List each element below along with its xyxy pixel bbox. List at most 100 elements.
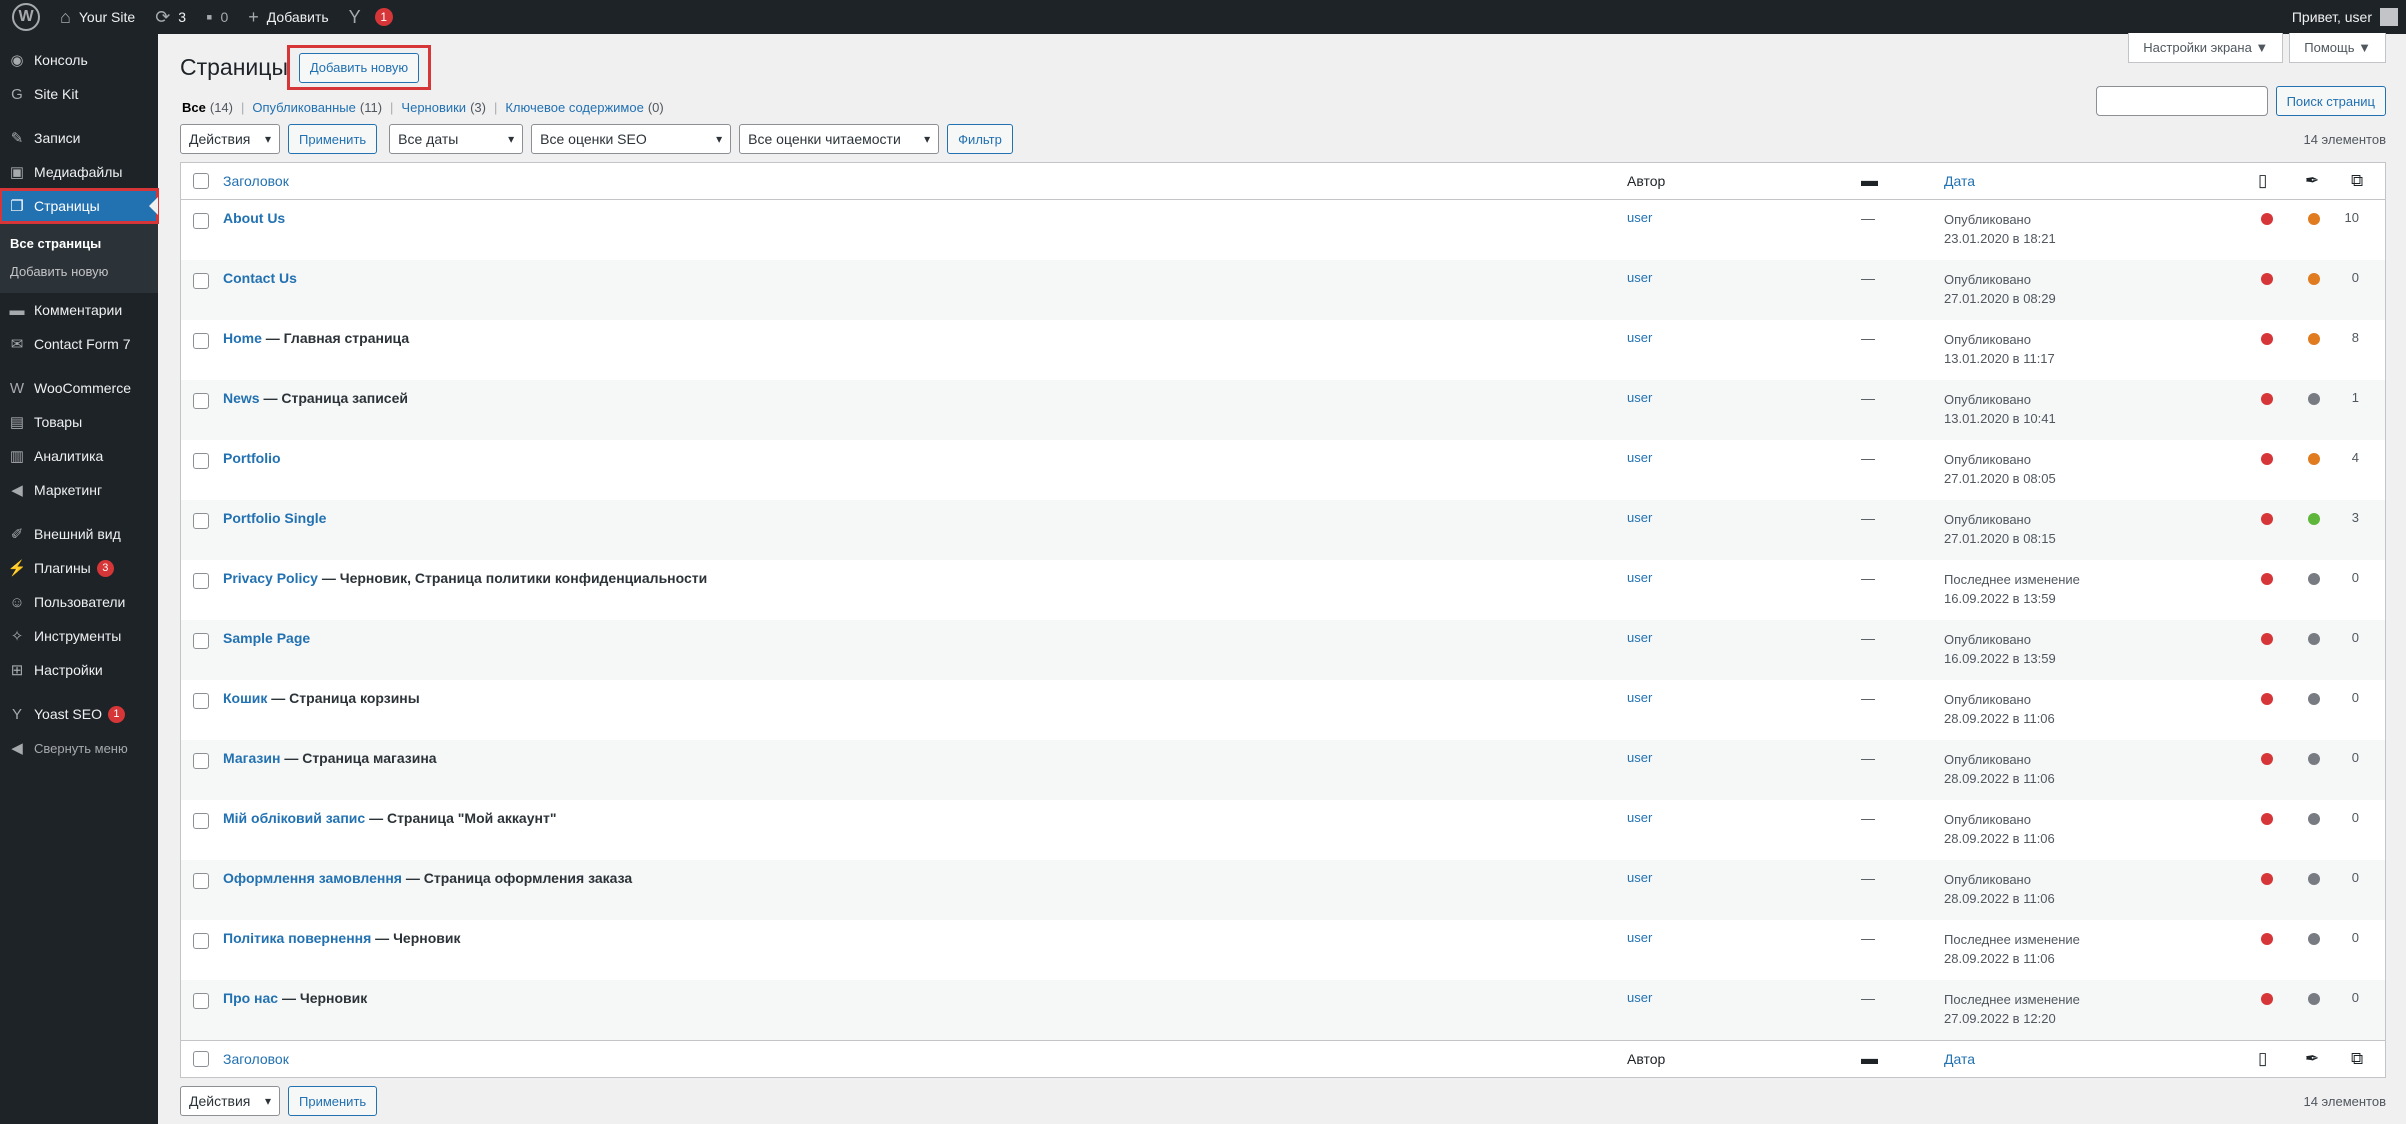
page-title-link[interactable]: News [223, 390, 260, 406]
apply-bulk-button[interactable]: Применить [288, 124, 378, 154]
bulk-action-select-bottom[interactable]: Действия ▾ [180, 1086, 280, 1116]
row-checkbox[interactable] [193, 213, 209, 229]
author-link[interactable]: user [1627, 630, 1652, 645]
page-title-link[interactable]: Home [223, 330, 262, 346]
search-input[interactable] [2095, 86, 2268, 116]
sidebar-item-woocommerce[interactable]: W WooCommerce [0, 371, 158, 405]
page-title-link[interactable]: Portfolio [223, 450, 281, 466]
sidebar-item-contact-form[interactable]: ✉ Contact Form 7 [0, 327, 158, 361]
row-checkbox[interactable] [193, 513, 209, 529]
help-tab[interactable]: Помощь ▼ [2289, 33, 2386, 63]
my-account-menu[interactable]: Привет, user [2292, 8, 2406, 26]
author-link[interactable]: user [1627, 210, 1652, 225]
sidebar-item-products[interactable]: ▤ Товары [0, 405, 158, 439]
row-checkbox[interactable] [193, 633, 209, 649]
row-checkbox[interactable] [193, 693, 209, 709]
apply-bulk-button-bottom[interactable]: Применить [288, 1086, 378, 1116]
submenu-add-new[interactable]: Добавить новую [0, 257, 158, 285]
sidebar-item-marketing[interactable]: ◀ Маркетинг [0, 473, 158, 507]
author-link[interactable]: user [1627, 450, 1652, 465]
collapse-menu-button[interactable]: ◀ Свернуть меню [0, 731, 158, 765]
author-link[interactable]: user [1627, 330, 1652, 345]
author-link[interactable]: user [1627, 750, 1652, 765]
page-title-link[interactable]: Privacy Policy [223, 570, 318, 586]
seo-filter-select[interactable]: Все оценки SEO ▾ [531, 124, 732, 154]
column-date-sort-footer[interactable]: Дата [1944, 1051, 1975, 1067]
readability-column-icon[interactable]: ✒ [2305, 171, 2319, 191]
sidebar-item-yoast[interactable]: Y Yoast SEO 1 [0, 697, 158, 731]
sidebar-item-sitekit[interactable]: G Site Kit [0, 77, 158, 111]
comments-column-icon[interactable]: ▬ [1861, 171, 1878, 191]
sidebar-item-tools[interactable]: ✧ Инструменты [0, 619, 158, 653]
page-title-link[interactable]: Sample Page [223, 630, 310, 646]
sidebar-item-users[interactable]: ☺ Пользователи [0, 585, 158, 619]
date-filter-select[interactable]: Все даты ▾ [389, 124, 524, 154]
filter-cornerstone[interactable]: Ключевое содержимое [505, 100, 643, 115]
row-checkbox[interactable] [193, 333, 209, 349]
filter-all[interactable]: Все [182, 100, 206, 115]
sidebar-item-analytics[interactable]: ▥ Аналитика [0, 439, 158, 473]
row-checkbox[interactable] [193, 393, 209, 409]
filter-published[interactable]: Опубликованные [252, 100, 356, 115]
updates-link[interactable]: ⟳ 3 [145, 0, 196, 34]
page-title-link[interactable]: Оформлення замовлення [223, 870, 402, 886]
readability-column-icon[interactable]: ✒ [2305, 1049, 2319, 1069]
select-all-checkbox[interactable] [193, 173, 209, 189]
sidebar-item-plugins[interactable]: ⚡ Плагины 3 [0, 551, 158, 585]
author-link[interactable]: user [1627, 990, 1652, 1005]
author-link[interactable]: user [1627, 930, 1652, 945]
row-checkbox[interactable] [193, 933, 209, 949]
author-link[interactable]: user [1627, 570, 1652, 585]
readability-filter-select[interactable]: Все оценки читаемости ▾ [739, 124, 940, 154]
internal-links-column-icon[interactable]: ⧉ [2351, 171, 2363, 191]
row-checkbox[interactable] [193, 273, 209, 289]
page-title-link[interactable]: Portfolio Single [223, 510, 326, 526]
wp-logo-menu[interactable]: W [0, 0, 50, 34]
sidebar-item-media[interactable]: ▣ Медиафайлы [0, 155, 158, 189]
column-date-sort[interactable]: Дата [1944, 173, 1975, 189]
row-checkbox[interactable] [193, 753, 209, 769]
page-title-link[interactable]: Магазин [223, 750, 280, 766]
row-checkbox[interactable] [193, 453, 209, 469]
column-title-sort-footer[interactable]: Заголовок [223, 1051, 289, 1067]
sidebar-item-comments[interactable]: ▬ Комментарии [0, 293, 158, 327]
sidebar-item-posts[interactable]: ✎ Записи [0, 121, 158, 155]
seo-score-column-icon[interactable]: ▯ [2258, 171, 2267, 191]
seo-score-column-icon[interactable]: ▯ [2258, 1049, 2267, 1069]
comments-link[interactable]: ▪ 0 [196, 0, 238, 34]
author-link[interactable]: user [1627, 270, 1652, 285]
row-checkbox[interactable] [193, 873, 209, 889]
sidebar-item-appearance[interactable]: ✐ Внешний вид [0, 517, 158, 551]
page-title-link[interactable]: Contact Us [223, 270, 297, 286]
add-new-button[interactable]: Добавить новую [298, 52, 420, 83]
filter-button[interactable]: Фильтр [947, 124, 1013, 154]
row-checkbox[interactable] [193, 993, 209, 1009]
author-link[interactable]: user [1627, 690, 1652, 705]
submenu-all-pages[interactable]: Все страницы [0, 229, 158, 257]
yoast-menu[interactable]: Y 1 [339, 0, 403, 34]
author-link[interactable]: user [1627, 870, 1652, 885]
filter-drafts[interactable]: Черновики [401, 100, 466, 115]
add-new-menu[interactable]: + Добавить [238, 0, 338, 34]
select-all-checkbox-footer[interactable] [193, 1051, 209, 1067]
comments-column-icon[interactable]: ▬ [1861, 1049, 1878, 1069]
internal-links-column-icon[interactable]: ⧉ [2351, 1049, 2363, 1069]
page-title-link[interactable]: Мій обліковий запис [223, 810, 365, 826]
sidebar-item-dashboard[interactable]: ◉ Консоль [0, 43, 158, 77]
page-title-link[interactable]: About Us [223, 210, 285, 226]
author-link[interactable]: user [1627, 390, 1652, 405]
site-name-link[interactable]: ⌂ Your Site [50, 0, 145, 34]
bulk-action-select[interactable]: Действия ▾ [180, 124, 280, 154]
author-link[interactable]: user [1627, 810, 1652, 825]
author-link[interactable]: user [1627, 510, 1652, 525]
row-checkbox[interactable] [193, 573, 209, 589]
sidebar-item-pages[interactable]: ❐ Страницы [0, 188, 159, 224]
row-checkbox[interactable] [193, 813, 209, 829]
search-pages-button[interactable]: Поиск страниц [2275, 86, 2386, 116]
page-title-link[interactable]: Кошик [223, 690, 267, 706]
page-title-link[interactable]: Політика повернення [223, 930, 371, 946]
screen-options-tab[interactable]: Настройки экрана ▼ [2128, 33, 2284, 63]
column-title-sort[interactable]: Заголовок [223, 173, 289, 189]
sidebar-item-settings[interactable]: ⊞ Настройки [0, 653, 158, 687]
page-title-link[interactable]: Про нас [223, 990, 278, 1006]
